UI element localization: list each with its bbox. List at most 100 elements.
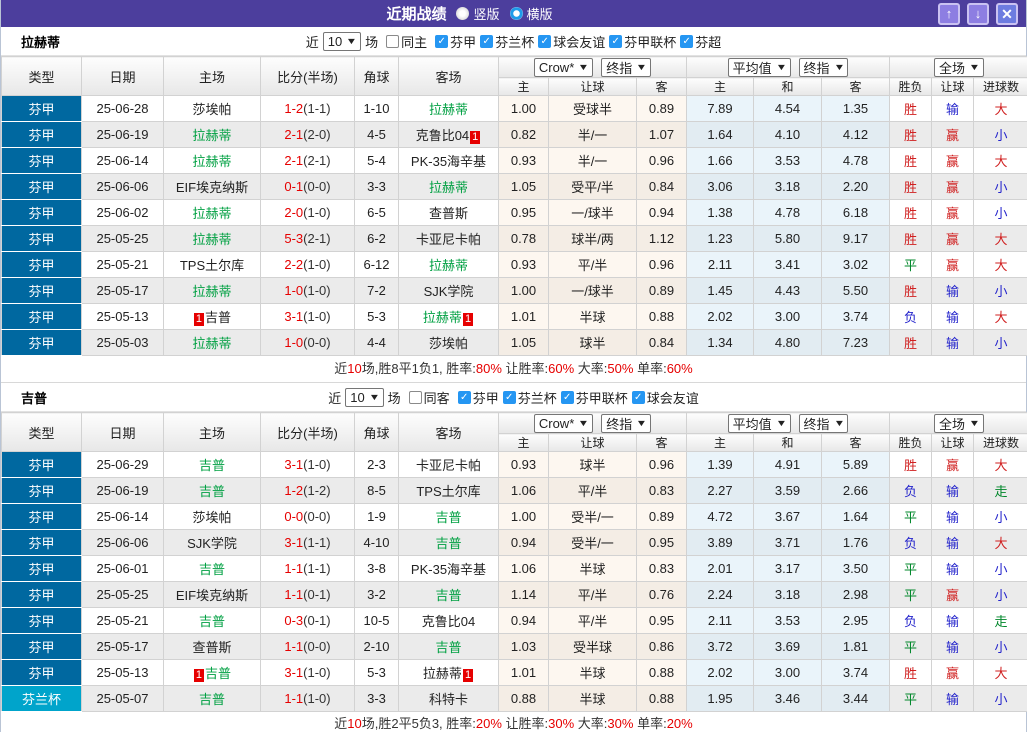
- radio-horizontal-layout[interactable]: 横版: [510, 4, 553, 23]
- crow-home-odds-cell: 1.05: [499, 330, 549, 356]
- goals-result-cell: 小: [974, 174, 1027, 200]
- checkbox-icon[interactable]: ✓: [632, 391, 645, 404]
- score-cell: 3-1(1-0): [261, 660, 355, 686]
- average-select[interactable]: 平均值▼: [728, 414, 791, 433]
- radio-icon[interactable]: [510, 7, 523, 20]
- league-filter[interactable]: ✓芬兰杯: [503, 388, 557, 407]
- same-venue-filter[interactable]: 同客: [409, 388, 450, 407]
- avg-away-odds-cell: 5.50: [822, 278, 890, 304]
- recent-count-select[interactable]: 10▼: [323, 32, 361, 51]
- fulltime-score: 3-1: [284, 665, 303, 680]
- col-header-date: 日期: [82, 57, 164, 96]
- away-team-cell: 吉普: [399, 504, 499, 530]
- team-name-text: 吉普: [435, 640, 461, 655]
- checkbox-icon[interactable]: [386, 35, 399, 48]
- same-venue-filter[interactable]: 同主: [386, 32, 427, 51]
- checkbox-icon[interactable]: ✓: [503, 391, 516, 404]
- home-team-cell: 1吉普: [164, 304, 261, 330]
- recent-results-window: 近期战绩 竖版 横版 ↑ ↓ ✕ 拉赫蒂 近 10▼ 场 同主: [0, 0, 1027, 732]
- team-name-text: 拉赫蒂: [192, 284, 231, 299]
- odds-company-value: Crow*: [539, 416, 574, 431]
- score-cell: 1-2(1-2): [261, 478, 355, 504]
- odds-company-select[interactable]: Crow*▼: [534, 58, 593, 77]
- match-row: 芬甲25-05-17拉赫蒂1-0(1-0)7-2SJK学院1.00一/球半0.8…: [2, 278, 1027, 304]
- league-filter[interactable]: ✓球会友谊: [538, 32, 605, 51]
- odds-time-select[interactable]: 终指▼: [601, 414, 651, 433]
- odds-time-select[interactable]: 终指▼: [601, 58, 651, 77]
- fulltime-select[interactable]: 全场▼: [934, 414, 984, 433]
- home-team-cell: 拉赫蒂: [164, 200, 261, 226]
- average-time-select[interactable]: 终指▼: [799, 58, 849, 77]
- match-type-cell: 芬甲: [2, 122, 82, 148]
- checkbox-icon[interactable]: ✓: [480, 35, 493, 48]
- league-filter[interactable]: ✓芬兰杯: [480, 32, 534, 51]
- handicap-result-cell: 输: [932, 330, 974, 356]
- move-up-button[interactable]: ↑: [938, 3, 960, 25]
- league-filter[interactable]: ✓芬超: [680, 32, 721, 51]
- checkbox-icon[interactable]: [409, 391, 422, 404]
- halftime-score: (1-0): [303, 257, 330, 272]
- checkbox-icon[interactable]: ✓: [680, 35, 693, 48]
- handicap-result-cell: 赢: [932, 148, 974, 174]
- avg-home-odds-cell: 1.64: [687, 122, 754, 148]
- col-header-corner: 角球: [355, 413, 399, 452]
- outcome-result-cell: 胜: [890, 278, 932, 304]
- odds-company-select[interactable]: Crow*▼: [534, 414, 593, 433]
- checkbox-icon[interactable]: ✓: [561, 391, 574, 404]
- avg-home-odds-cell: 2.02: [687, 304, 754, 330]
- checkbox-icon[interactable]: ✓: [609, 35, 622, 48]
- team-name-text: 吉普: [205, 310, 231, 325]
- league-filter[interactable]: ✓芬甲联杯: [561, 388, 628, 407]
- avg-draw-odds-cell: 4.80: [754, 330, 822, 356]
- league-filter[interactable]: ✓球会友谊: [632, 388, 699, 407]
- checkbox-icon[interactable]: ✓: [538, 35, 551, 48]
- average-select[interactable]: 平均值▼: [728, 58, 791, 77]
- away-team-cell: TPS土尔库: [399, 478, 499, 504]
- close-button[interactable]: ✕: [996, 3, 1018, 25]
- crow-handicap-cell: 半球: [549, 556, 637, 582]
- team-name-text: 拉赫蒂: [192, 206, 231, 221]
- crow-handicap-cell: 球半: [549, 452, 637, 478]
- match-type-cell: 芬兰杯: [2, 686, 82, 712]
- crow-home-odds-cell: 1.14: [499, 582, 549, 608]
- match-row: 芬甲25-06-14莎埃帕0-0(0-0)1-9吉普1.00受半/一0.894.…: [2, 504, 1027, 530]
- corner-cell: 4-10: [355, 530, 399, 556]
- crow-handicap-cell: 球半: [549, 330, 637, 356]
- date-cell: 25-05-21: [82, 608, 164, 634]
- league-filter[interactable]: ✓芬甲: [458, 388, 499, 407]
- filter-recent-label: 近: [328, 388, 341, 407]
- recent-count-select[interactable]: 10▼: [345, 388, 383, 407]
- crow-home-odds-cell: 0.94: [499, 530, 549, 556]
- team-name-text: 拉赫蒂: [192, 154, 231, 169]
- corner-cell: 6-2: [355, 226, 399, 252]
- chevron-down-icon: ▼: [775, 62, 787, 72]
- fulltime-score: 1-2: [284, 101, 303, 116]
- fulltime-select[interactable]: 全场▼: [934, 58, 984, 77]
- crow-home-odds-cell: 0.93: [499, 148, 549, 174]
- avg-away-odds-cell: 1.35: [822, 96, 890, 122]
- team-name-text: EIF埃克纳斯: [176, 180, 248, 195]
- summary-text: 50%: [607, 361, 633, 376]
- avg-draw-odds-cell: 3.53: [754, 608, 822, 634]
- goals-result-cell: 小: [974, 330, 1027, 356]
- league-filter[interactable]: ✓芬甲联杯: [609, 32, 676, 51]
- match-type-cell: 芬甲: [2, 278, 82, 304]
- average-time-select[interactable]: 终指▼: [799, 414, 849, 433]
- league-filter[interactable]: ✓芬甲: [435, 32, 476, 51]
- handicap-result-cell: 赢: [932, 122, 974, 148]
- goals-result-cell: 走: [974, 608, 1027, 634]
- avg-draw-odds-cell: 5.80: [754, 226, 822, 252]
- avg-away-odds-cell: 2.20: [822, 174, 890, 200]
- outcome-result-cell: 负: [890, 608, 932, 634]
- crow-handicap-cell: 受半/一: [549, 504, 637, 530]
- col-header-avg-draw: 和: [754, 434, 822, 452]
- summary-text: 场,胜2平5负3, 胜率:: [362, 716, 476, 731]
- team-name-text: 克鲁比04: [422, 614, 475, 629]
- checkbox-icon[interactable]: ✓: [435, 35, 448, 48]
- date-cell: 25-05-07: [82, 686, 164, 712]
- move-down-button[interactable]: ↓: [967, 3, 989, 25]
- radio-icon[interactable]: [456, 7, 469, 20]
- match-type-cell: 芬甲: [2, 530, 82, 556]
- checkbox-icon[interactable]: ✓: [458, 391, 471, 404]
- radio-vertical-layout[interactable]: 竖版: [456, 4, 499, 23]
